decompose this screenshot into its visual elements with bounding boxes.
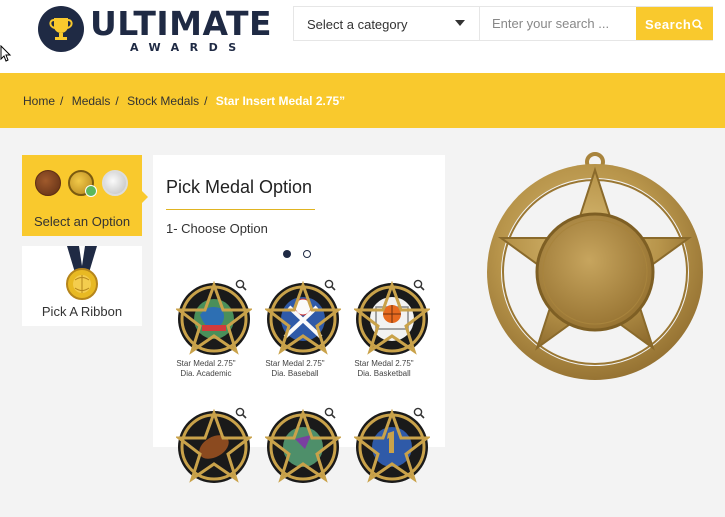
breadcrumb-bar: Home / Medals / Stock Medals / Star Insert … — [0, 73, 725, 128]
title-underline — [166, 209, 315, 210]
option-caption: Star Medal 2.75" Dia. Academic — [167, 359, 245, 379]
breadcrumb-current: Star Insert Medal 2.75” — [215, 94, 346, 108]
option-caption: Star Medal 2.75" Dia. Basketball — [345, 359, 423, 379]
breadcrumb-separator: / — [60, 94, 64, 108]
zoom-icon[interactable] — [324, 407, 336, 419]
select-option-label: Select an Option — [33, 214, 131, 229]
option-tile[interactable] — [256, 407, 344, 517]
caption-line-1: Star Medal 2.75" — [265, 359, 325, 368]
zoom-icon[interactable] — [413, 279, 425, 291]
search-icon — [692, 19, 703, 30]
breadcrumb: Home / Medals / Stock Medals / Star Insert … — [23, 94, 345, 108]
category-select[interactable]: Select a category — [294, 7, 480, 40]
basketball-icon — [354, 281, 430, 355]
caret-down-icon — [455, 20, 465, 26]
site-header: ULTIMATE AWARDS Select a category Enter … — [0, 0, 725, 73]
first-place-icon — [354, 409, 430, 483]
carousel-dot-active[interactable] — [283, 250, 291, 258]
medal-option-panel: Pick Medal Option 1- Choose Option Star … — [153, 155, 445, 483]
silver-swatch[interactable] — [102, 170, 128, 196]
zoom-icon[interactable] — [324, 279, 336, 291]
category-select-label: Select a category — [307, 17, 408, 32]
carousel-dot[interactable] — [303, 250, 311, 258]
option-tile[interactable]: Star Medal 2.75" Dia. Baseball — [256, 279, 344, 389]
caption-line-1: Star Medal 2.75" — [354, 359, 414, 368]
mouse-cursor-icon — [0, 45, 12, 62]
caption-line-2: Dia. Basketball — [357, 369, 411, 378]
ribbon-medal-icon — [66, 246, 98, 300]
zoom-icon[interactable] — [413, 407, 425, 419]
caption-line-1: Star Medal 2.75" — [176, 359, 236, 368]
select-option-step[interactable]: Select an Option — [22, 155, 148, 236]
ultimate-awards-logo[interactable]: ULTIMATE AWARDS — [38, 4, 272, 56]
football-icon — [176, 409, 252, 483]
option-caption: Star Medal 2.75" Dia. Baseball — [256, 359, 334, 379]
check-icon — [85, 185, 97, 197]
trophy-icon — [38, 6, 84, 52]
logo-subtitle: AWARDS — [130, 41, 247, 54]
option-tile[interactable] — [167, 407, 255, 517]
option-tile[interactable] — [345, 407, 433, 517]
search-button[interactable]: Search — [636, 7, 713, 40]
academic-icon — [176, 281, 252, 355]
logo-wordmark: ULTIMATE — [90, 4, 273, 43]
search-button-label: Search — [645, 17, 692, 32]
option-tile[interactable]: Star Medal 2.75" Dia. Basketball — [345, 279, 433, 389]
search-input[interactable]: Enter your search ... — [492, 16, 609, 31]
bronze-swatch[interactable] — [35, 170, 61, 196]
breadcrumb-stock-medals[interactable]: Stock Medals — [127, 94, 199, 108]
breadcrumb-medals[interactable]: Medals — [72, 94, 111, 108]
caption-line-2: Dia. Academic — [180, 369, 232, 378]
product-image — [487, 152, 703, 380]
breadcrumb-separator: / — [204, 94, 208, 108]
breadcrumb-separator: / — [115, 94, 119, 108]
baseball-icon — [265, 281, 341, 355]
pick-ribbon-step[interactable]: Pick A Ribbon — [22, 246, 142, 326]
dance-icon — [265, 409, 341, 483]
breadcrumb-home[interactable]: Home — [23, 94, 55, 108]
pick-ribbon-label: Pick A Ribbon — [41, 304, 123, 319]
step-label: 1- Choose Option — [166, 221, 268, 236]
search-bar: Select a category Enter your search ... … — [293, 6, 713, 41]
zoom-icon[interactable] — [235, 279, 247, 291]
caption-line-2: Dia. Baseball — [271, 369, 319, 378]
panel-title: Pick Medal Option — [166, 177, 313, 197]
zoom-icon[interactable] — [235, 407, 247, 419]
option-tile[interactable]: Star Medal 2.75" Dia. Academic — [167, 279, 255, 389]
